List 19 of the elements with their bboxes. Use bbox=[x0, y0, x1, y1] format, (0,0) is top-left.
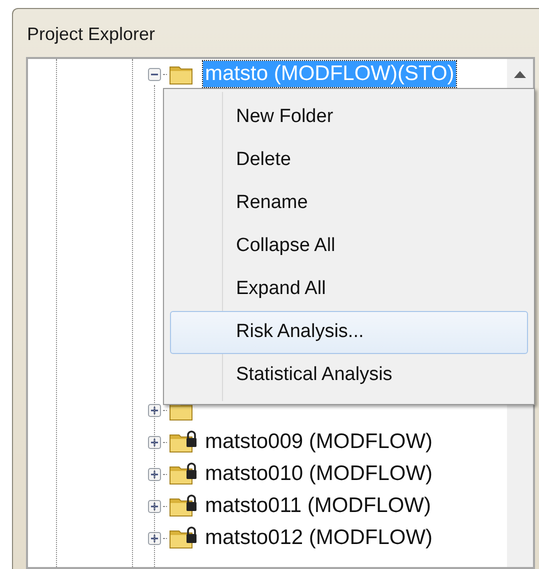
scroll-up-icon[interactable] bbox=[514, 71, 526, 78]
tree-item[interactable]: matsto011 (MODFLOW) bbox=[203, 493, 433, 519]
menu-item[interactable]: Delete bbox=[170, 139, 528, 182]
expand-icon[interactable] bbox=[148, 468, 161, 480]
menu-item[interactable]: Expand All bbox=[170, 268, 528, 311]
expand-icon[interactable] bbox=[148, 436, 161, 448]
menu-item[interactable]: Statistical Analysis bbox=[170, 354, 528, 397]
menu-item[interactable]: Risk Analysis... bbox=[170, 311, 528, 354]
expand-icon[interactable] bbox=[148, 532, 161, 544]
expand-icon[interactable] bbox=[148, 500, 161, 512]
tree-item[interactable]: matsto009 (MODFLOW) bbox=[203, 429, 435, 455]
menu-item[interactable]: New Folder bbox=[170, 96, 528, 139]
tree-item[interactable]: matsto010 (MODFLOW) bbox=[203, 461, 435, 487]
panel-title: Project Explorer bbox=[27, 23, 156, 46]
collapse-icon[interactable] bbox=[148, 68, 161, 80]
tree-item[interactable]: matsto012 (MODFLOW) bbox=[203, 525, 435, 551]
expand-icon[interactable] bbox=[148, 404, 161, 416]
menu-item[interactable]: Rename bbox=[170, 182, 528, 225]
menu-item[interactable]: Collapse All bbox=[170, 225, 528, 268]
